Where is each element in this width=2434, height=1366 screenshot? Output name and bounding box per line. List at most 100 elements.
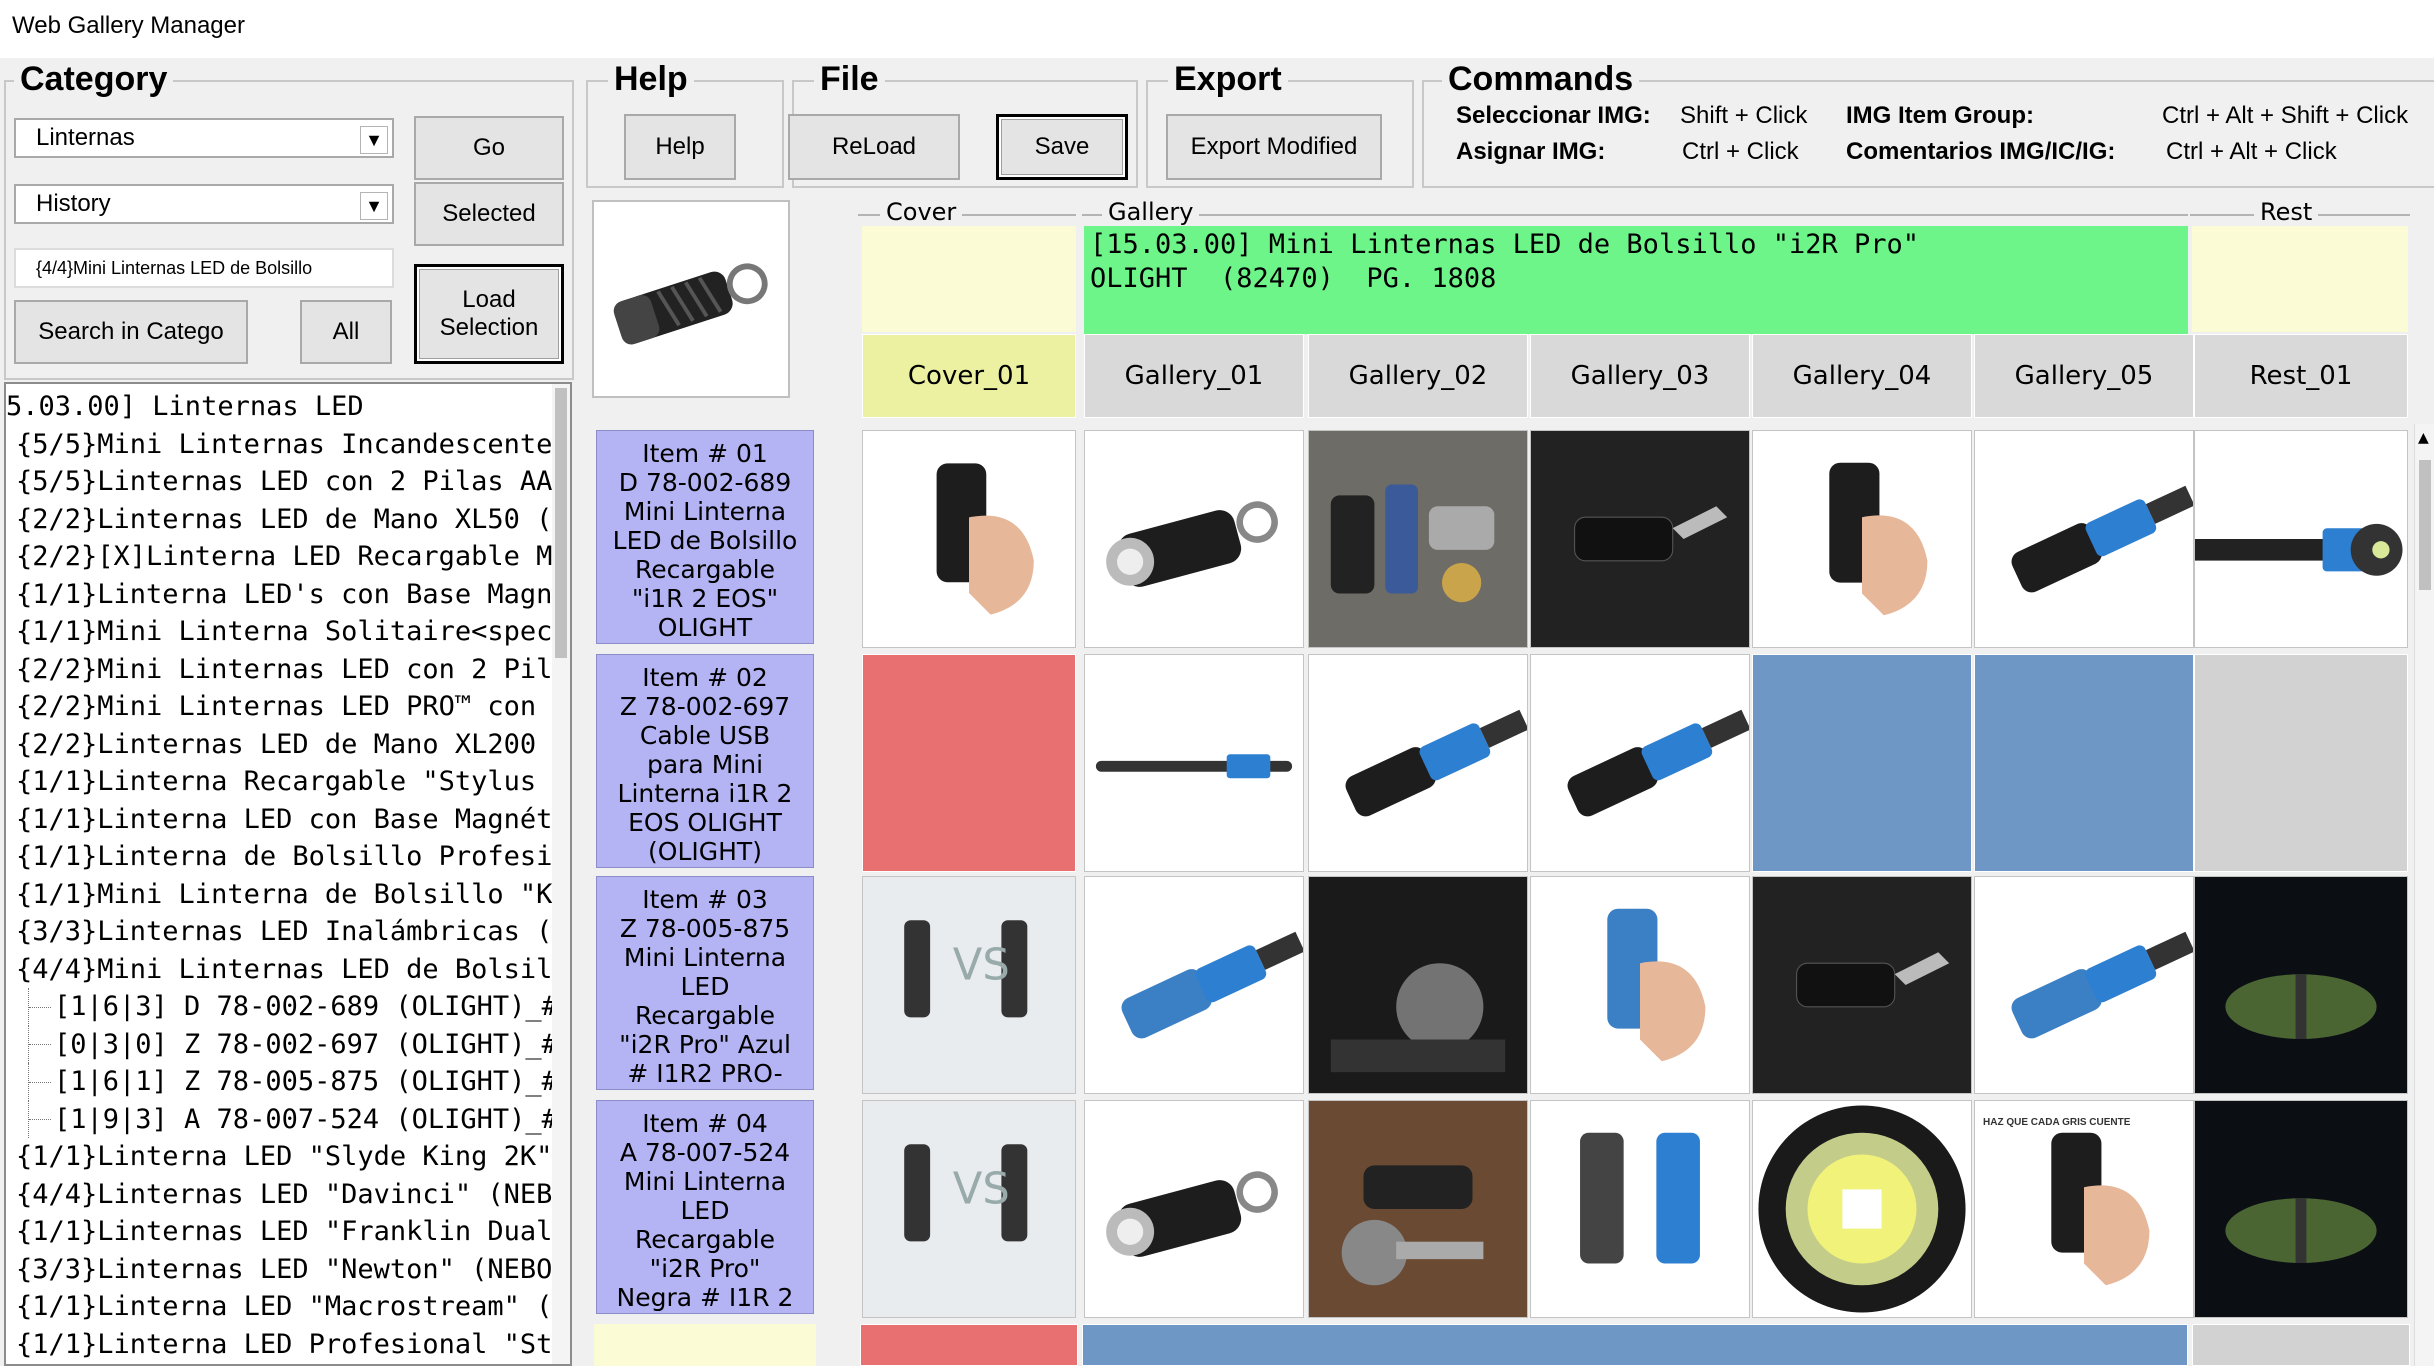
tree-item[interactable]: {3/3}Linternas LED Inalámbricas (DEW: [6, 913, 554, 951]
category-combo[interactable]: Linternas ▼: [14, 118, 394, 158]
category-tree[interactable]: 5.03.00] Linternas LED {5/5}Mini Linterna…: [4, 382, 572, 1366]
load-selection-button[interactable]: Load Selection: [414, 264, 564, 364]
column-header-gallery_05[interactable]: Gallery_05: [1974, 334, 2194, 418]
gallery-image-cell[interactable]: [1308, 876, 1528, 1094]
tree-item[interactable]: {4/4}Linternas LED "Davinci" (NEBO): [6, 1176, 554, 1214]
search-in-category-button[interactable]: Search in Catego: [14, 300, 248, 364]
item-label[interactable]: Item # 01 D 78-002-689 Mini Linterna LED…: [596, 430, 814, 644]
column-header-cover_01[interactable]: Cover_01: [862, 334, 1076, 418]
gallery-image-cell[interactable]: [1974, 430, 2194, 648]
gallery-image-cell[interactable]: [1084, 654, 1304, 872]
chevron-down-icon[interactable]: ▼: [360, 192, 388, 220]
tree-item[interactable]: {5/5}Mini Linternas Incandescentes c: [6, 426, 554, 464]
gallery-image-cell[interactable]: [1084, 876, 1304, 1094]
reload-button[interactable]: ReLoad: [788, 114, 960, 180]
tree-item[interactable]: {2/2}Mini Linternas LED PRO™ con 2 I: [6, 688, 554, 726]
tree-scrollbar[interactable]: [552, 384, 570, 1364]
all-button[interactable]: All: [300, 300, 392, 364]
tree-child-item[interactable]: [1|6|1] Z 78-005-875 (OLIGHT)_#: [6, 1063, 554, 1101]
tree-item[interactable]: {1/1}Linterna LED's con Base Magnét: [6, 576, 554, 614]
gallery-image-cell[interactable]: [1530, 430, 1750, 648]
empty-slot-gray[interactable]: [2194, 654, 2408, 872]
tree-item[interactable]: {2/2}Linternas LED de Mano XL200 (N: [6, 726, 554, 764]
gallery-image-cell[interactable]: [1530, 1100, 1750, 1318]
gallery-scrollbar[interactable]: ▲: [2414, 424, 2434, 1366]
tree-item[interactable]: {1/1}Mini Linterna de Bolsillo "Key Ma: [6, 876, 554, 914]
help-button[interactable]: Help: [624, 114, 736, 180]
gallery-image-cell[interactable]: VS: [862, 876, 1076, 1094]
history-combo[interactable]: History ▼: [14, 184, 394, 224]
gallery-image-cell[interactable]: [2194, 1100, 2408, 1318]
gallery-image-cell[interactable]: [1084, 1100, 1304, 1318]
tree-item[interactable]: 5.03.00] Linternas LED: [6, 388, 554, 426]
tree-item[interactable]: {2/2}[X]Linterna LED Recargable ML1: [6, 538, 554, 576]
product-photo: [2195, 877, 2407, 1093]
gallery-image-cell[interactable]: [2194, 876, 2408, 1094]
product-photo: VS: [863, 877, 1075, 1093]
tree-child-item[interactable]: [0|3|0] Z 78-002-697 (OLIGHT)_#: [6, 1025, 554, 1063]
tree-item[interactable]: {1/1}Linterna LED Profesional "Stinge: [6, 1326, 554, 1364]
gallery-image-cell[interactable]: [1752, 1100, 1972, 1318]
scroll-up-icon[interactable]: ▲: [2418, 430, 2429, 446]
selection-field[interactable]: {4/4}Mini Linternas LED de Bolsillo: [14, 248, 394, 288]
title-bar: Web Gallery Manager: [0, 0, 2434, 58]
gallery-image-cell[interactable]: [1530, 654, 1750, 872]
selected-button[interactable]: Selected: [414, 182, 564, 246]
tree-item[interactable]: {4/4}Mini Linternas LED de Bolsillo "i2I: [6, 951, 554, 989]
column-header-gallery_02[interactable]: Gallery_02: [1308, 334, 1528, 418]
column-header-gallery_01[interactable]: Gallery_01: [1084, 334, 1304, 418]
empty-slot-blue[interactable]: [1974, 654, 2194, 872]
tree-item[interactable]: {1/1}Linternas LED "Franklin Dual" (N: [6, 1213, 554, 1251]
history-combo-value: History: [36, 190, 111, 217]
gallery-image-cell[interactable]: [1530, 876, 1750, 1094]
gallery-image-cell[interactable]: HAZ QUE CADA GRIS CUENTE: [1974, 1100, 2194, 1318]
gallery-image-cell[interactable]: [862, 430, 1076, 648]
next-gallery-cell[interactable]: [1082, 1324, 2188, 1366]
product-photo: [1753, 877, 1971, 1093]
preview-thumbnail[interactable]: [592, 200, 790, 398]
tree-child-item[interactable]: [1|6|3] D 78-002-689 (OLIGHT)_#: [6, 988, 554, 1026]
gallery-image-cell[interactable]: [1752, 876, 1972, 1094]
tree-item[interactable]: {3/3}Linternas LED "Newton" (NEBO): [6, 1251, 554, 1289]
gallery-image-cell[interactable]: [2194, 430, 2408, 648]
tree-item[interactable]: {1/1}Linterna de Bolsillo Profesional "S: [6, 838, 554, 876]
tree-item[interactable]: {1/1}Linterna Recargable "Stylus Pro": [6, 763, 554, 801]
export-modified-button[interactable]: Export Modified: [1166, 114, 1382, 180]
gallery-image-cell[interactable]: [1308, 654, 1528, 872]
chevron-down-icon[interactable]: ▼: [360, 126, 388, 154]
item-label[interactable]: Item # 04 A 78-007-524 Mini Linterna LED…: [596, 1100, 814, 1314]
save-button[interactable]: Save: [996, 114, 1128, 180]
gallery-scroll-thumb[interactable]: [2419, 460, 2431, 590]
tree-item[interactable]: {2/2}Mini Linternas LED con 2 Pilas A/: [6, 651, 554, 689]
gallery-image-cell[interactable]: [1752, 430, 1972, 648]
empty-slot-blue[interactable]: [1752, 654, 1972, 872]
tree-item[interactable]: {2/2}Linternas LED de Mano XL50 (M/: [6, 501, 554, 539]
product-photo: [1531, 431, 1749, 647]
gallery-image-cell[interactable]: [1084, 430, 1304, 648]
tree-scroll-thumb[interactable]: [555, 388, 567, 658]
next-rest-cell[interactable]: [2192, 1324, 2410, 1366]
column-header-gallery_04[interactable]: Gallery_04: [1752, 334, 1972, 418]
column-header-gallery_03[interactable]: Gallery_03: [1530, 334, 1750, 418]
go-button[interactable]: Go: [414, 116, 564, 180]
tree-child-item[interactable]: [1|9|3] A 78-007-524 (OLIGHT)_#: [6, 1100, 554, 1138]
item-label[interactable]: Item # 03 Z 78-005-875 Mini Linterna LED…: [596, 876, 814, 1090]
gallery-image-cell[interactable]: [1308, 1100, 1528, 1318]
gallery-image-cell[interactable]: VS: [862, 1100, 1076, 1318]
product-photo: [1085, 877, 1303, 1093]
gallery-image-cell[interactable]: [1974, 876, 2194, 1094]
tree-branch-line: [28, 988, 52, 1026]
next-cover-cell[interactable]: [860, 1324, 1078, 1366]
product-photo: [1531, 1101, 1749, 1317]
tree-item[interactable]: {1/1}Linterna LED "Macrostream" (ST: [6, 1288, 554, 1326]
gallery-image-cell[interactable]: [1308, 430, 1528, 648]
empty-slot-red[interactable]: [862, 654, 1076, 872]
tree-item[interactable]: {1/1}Linterna LED "Slyde King 2K" (NE: [6, 1138, 554, 1176]
item-label[interactable]: Item # 02 Z 78-002-697 Cable USB para Mi…: [596, 654, 814, 868]
tree-item[interactable]: {5/5}Linternas LED con 2 Pilas AA (M/: [6, 463, 554, 501]
tree-item[interactable]: {1/1}Mini Linterna Solitaire<special id: [6, 613, 554, 651]
tree-item[interactable]: {1/1}Linterna LED con Base Magnétic: [6, 801, 554, 839]
file-title: File: [814, 62, 885, 96]
tree-item-label: {1/1}Linterna LED Profesional "Stinge: [16, 1328, 554, 1360]
column-header-rest_01[interactable]: Rest_01: [2194, 334, 2408, 418]
